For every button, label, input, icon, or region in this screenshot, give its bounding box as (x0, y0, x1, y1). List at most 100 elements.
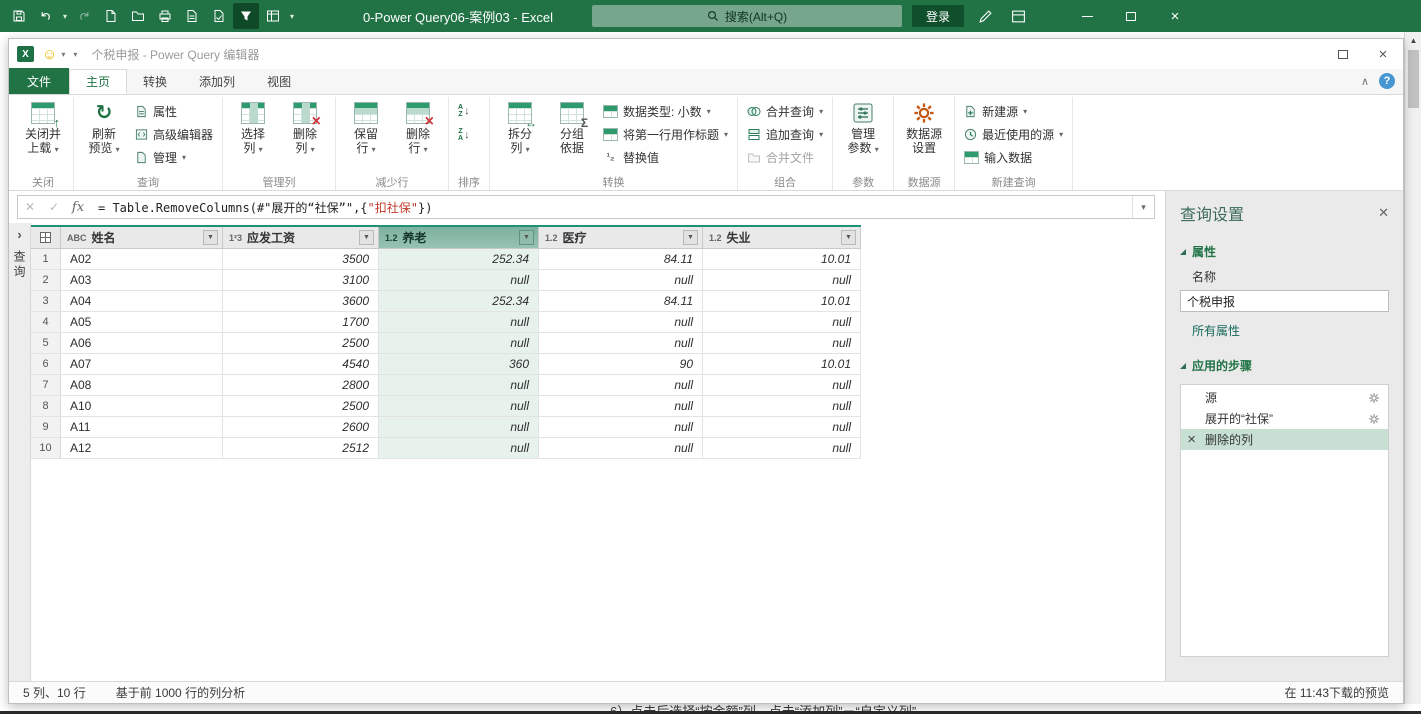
grid-cell[interactable]: null (703, 375, 861, 396)
manage-parameters-button[interactable]: 管理 参数 ▾ (838, 100, 888, 158)
quick-doc2-button[interactable] (206, 3, 232, 29)
manage-button[interactable]: 管理 ▾ (131, 146, 217, 168)
tab-home[interactable]: 主页 (69, 69, 128, 94)
query-name-input[interactable] (1180, 290, 1389, 312)
tab-file[interactable]: 文件 (9, 68, 70, 94)
column-filter-button[interactable]: ▼ (203, 230, 218, 245)
tab-add-column[interactable]: 添加列 (183, 69, 251, 94)
save-button[interactable] (6, 3, 32, 29)
row-number[interactable]: 4 (31, 312, 61, 333)
column-filter-button[interactable]: ▼ (519, 230, 534, 245)
grid-cell[interactable]: A05 (61, 312, 223, 333)
grid-cell[interactable]: 10.01 (703, 291, 861, 312)
remove-rows-button[interactable]: 删除 行 ▾ (393, 100, 443, 158)
close-button[interactable]: × (1153, 0, 1197, 32)
step-removed-columns-selected[interactable]: ✕ 删除的列 (1181, 429, 1388, 450)
grid-cell[interactable]: null (703, 396, 861, 417)
remove-columns-button[interactable]: 删除 列 ▾ (280, 100, 330, 158)
grid-cell[interactable]: null (703, 333, 861, 354)
data-type-button[interactable]: 数据类型: 小数 ▾ (599, 100, 732, 122)
signin-button[interactable]: 登录 (912, 5, 965, 27)
pq-maximize-button[interactable] (1323, 39, 1363, 69)
grid-cell[interactable]: 84.11 (539, 291, 703, 312)
grid-cell[interactable]: 84.11 (539, 249, 703, 270)
append-queries-button[interactable]: 追加查询 ▾ (743, 123, 827, 145)
sort-ascending-button[interactable]: A Z ↓ (454, 100, 474, 122)
open-button[interactable] (125, 3, 151, 29)
row-number[interactable]: 5 (31, 333, 61, 354)
grid-cell[interactable]: 10.01 (703, 354, 861, 375)
step-expanded-social-insurance[interactable]: 展开的“社保” (1181, 408, 1388, 429)
grid-cell[interactable]: null (379, 417, 539, 438)
window-layout-icon[interactable] (1011, 9, 1026, 24)
sort-descending-button[interactable]: Z A ↓ (454, 124, 474, 146)
grid-cell[interactable]: null (379, 438, 539, 459)
grid-cell[interactable]: null (379, 396, 539, 417)
row-number[interactable]: 6 (31, 354, 61, 375)
group-by-button[interactable]: 分组 依据 (547, 100, 597, 158)
row-number[interactable]: 8 (31, 396, 61, 417)
column-filter-button[interactable]: ▼ (359, 230, 374, 245)
column-header-name[interactable]: ABC 姓名 ▼ (61, 227, 223, 249)
choose-columns-button[interactable]: 选择 列 ▾ (228, 100, 278, 158)
column-header-medical[interactable]: 1.2 医疗 ▼ (539, 227, 703, 249)
grid-cell[interactable]: null (539, 312, 703, 333)
grid-cell[interactable]: null (379, 375, 539, 396)
grid-cell[interactable]: null (539, 396, 703, 417)
data-source-settings-button[interactable]: 数据源 设置 (899, 100, 949, 158)
grid-cell[interactable]: A12 (61, 438, 223, 459)
replace-values-button[interactable]: ¹₂ 替换值 (599, 146, 732, 168)
column-filter-button[interactable]: ▼ (683, 230, 698, 245)
qat-dropdown-icon[interactable]: ▾ (287, 12, 297, 21)
grid-cell[interactable]: 2500 (223, 333, 379, 354)
scroll-up-button[interactable]: ▲ (1405, 32, 1421, 48)
table-view-button[interactable] (260, 3, 286, 29)
grid-cell[interactable]: 2600 (223, 417, 379, 438)
grid-cell[interactable]: A07 (61, 354, 223, 375)
smiley-caret-icon[interactable]: ▾ (61, 50, 65, 59)
refresh-preview-button[interactable]: ↻ 刷新 预览 ▾ (79, 100, 129, 158)
applied-steps-section-header[interactable]: 应用的步骤 (1180, 357, 1389, 374)
grid-cell[interactable]: null (539, 270, 703, 291)
grid-cell[interactable]: A03 (61, 270, 223, 291)
grid-cell[interactable]: null (539, 333, 703, 354)
quick-doc-button[interactable] (179, 3, 205, 29)
tab-transform[interactable]: 转换 (127, 69, 183, 94)
grid-cell[interactable]: 4540 (223, 354, 379, 375)
grid-cell[interactable]: null (539, 375, 703, 396)
grid-cell[interactable]: 252.34 (379, 249, 539, 270)
grid-cell[interactable]: null (539, 438, 703, 459)
grid-cell[interactable]: null (703, 438, 861, 459)
grid-cell[interactable]: 1700 (223, 312, 379, 333)
step-source[interactable]: 源 (1181, 387, 1388, 408)
pen-icon[interactable] (978, 9, 993, 24)
scrollbar-thumb[interactable] (1407, 50, 1419, 108)
new-file-button[interactable] (98, 3, 124, 29)
collapse-ribbon-icon[interactable]: ∧ (1361, 75, 1369, 88)
row-number[interactable]: 3 (31, 291, 61, 312)
use-first-row-as-headers-button[interactable]: 将第一行用作标题 ▾ (599, 123, 732, 145)
grid-cell[interactable]: A04 (61, 291, 223, 312)
grid-cell[interactable]: null (539, 417, 703, 438)
grid-cell[interactable]: 3500 (223, 249, 379, 270)
step-gear-icon[interactable] (1368, 413, 1380, 425)
grid-cell[interactable]: 360 (379, 354, 539, 375)
properties-section-header[interactable]: 属性 (1180, 243, 1389, 260)
qat-caret-icon[interactable]: ▾ (73, 50, 77, 59)
undo-button[interactable] (33, 3, 59, 29)
enter-data-button[interactable]: 输入数据 (960, 146, 1067, 168)
grid-cell[interactable]: A10 (61, 396, 223, 417)
column-header-unemployment[interactable]: 1.2 失业 ▼ (703, 227, 861, 249)
column-filter-button[interactable]: ▼ (841, 230, 856, 245)
grid-cell[interactable]: 2800 (223, 375, 379, 396)
keep-rows-button[interactable]: 保留 行 ▾ (341, 100, 391, 158)
grid-cell[interactable]: A11 (61, 417, 223, 438)
grid-cell[interactable]: null (703, 417, 861, 438)
new-source-button[interactable]: 新建源 ▾ (960, 100, 1067, 122)
grid-cell[interactable]: A06 (61, 333, 223, 354)
grid-cell[interactable]: 3600 (223, 291, 379, 312)
grid-cell[interactable]: null (703, 270, 861, 291)
grid-cell[interactable]: 90 (539, 354, 703, 375)
all-properties-link[interactable]: 所有属性 (1180, 322, 1389, 339)
properties-button[interactable]: 属性 (131, 100, 217, 122)
